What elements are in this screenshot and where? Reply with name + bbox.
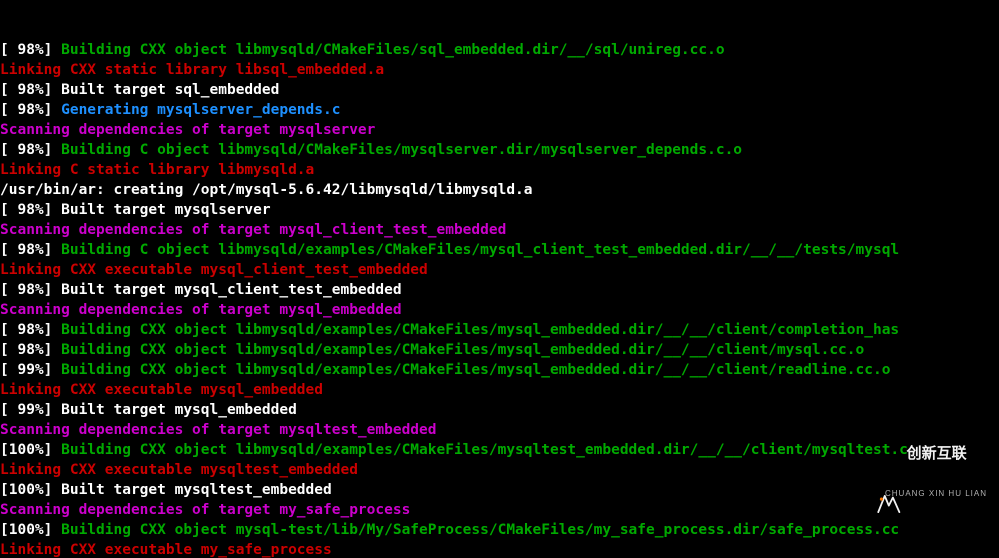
terminal-text: Scanning dependencies of target my_safe_…	[0, 502, 410, 518]
terminal-text: Building CXX object mysql-test/lib/My/Sa…	[61, 522, 899, 538]
terminal-text: [ 98%]	[0, 322, 61, 338]
terminal-line: Linking CXX executable my_safe_process	[0, 540, 999, 558]
terminal-text: Building CXX object libmysqld/examples/C…	[61, 342, 864, 358]
watermark-title: 创新互联	[907, 445, 967, 462]
terminal-text: [ 99%]	[0, 362, 61, 378]
terminal-line: [ 98%] Building C object libmysqld/CMake…	[0, 140, 999, 160]
terminal-text: [ 98%] Built target mysql_client_test_em…	[0, 282, 402, 298]
terminal-line: Scanning dependencies of target mysql_cl…	[0, 220, 999, 240]
terminal-line: Linking CXX executable mysqltest_embedde…	[0, 460, 999, 480]
terminal-text: [100%] Built target mysqltest_embedded	[0, 482, 332, 498]
terminal-output: [ 98%] Building CXX object libmysqld/CMa…	[0, 40, 999, 558]
terminal-line: [ 99%] Built target mysql_embedded	[0, 400, 999, 420]
terminal-line: Linking C static library libmysqld.a	[0, 160, 999, 180]
terminal-line: [ 98%] Generating mysqlserver_depends.c	[0, 100, 999, 120]
terminal-text: Linking CXX executable mysql_client_test…	[0, 262, 428, 278]
watermark: 创新互联 CHUANG XIN HU LIAN	[853, 424, 987, 544]
terminal-line: [ 99%] Building CXX object libmysqld/exa…	[0, 360, 999, 380]
terminal-text: [ 98%]	[0, 342, 61, 358]
terminal-line: [ 98%] Building CXX object libmysqld/CMa…	[0, 40, 999, 60]
terminal-line: Scanning dependencies of target mysqltes…	[0, 420, 999, 440]
terminal-text: [ 98%]	[0, 142, 61, 158]
terminal-line: [ 98%] Built target mysqlserver	[0, 200, 999, 220]
terminal-line: Scanning dependencies of target my_safe_…	[0, 500, 999, 520]
terminal-text: Linking CXX executable mysql_embedded	[0, 382, 323, 398]
terminal-text: Linking C static library libmysqld.a	[0, 162, 314, 178]
terminal-line: [ 98%] Building C object libmysqld/examp…	[0, 240, 999, 260]
terminal-text: Building C object libmysqld/examples/CMa…	[61, 242, 899, 258]
terminal-line: [ 98%] Built target mysql_client_test_em…	[0, 280, 999, 300]
terminal-text: Scanning dependencies of target mysql_cl…	[0, 222, 506, 238]
terminal-text: [ 98%] Built target sql_embedded	[0, 82, 279, 98]
terminal-line: Linking CXX executable mysql_embedded	[0, 380, 999, 400]
terminal-text: [ 98%]	[0, 102, 61, 118]
terminal-line: Scanning dependencies of target mysqlser…	[0, 120, 999, 140]
terminal-text: Linking CXX static library libsql_embedd…	[0, 62, 384, 78]
terminal-text: Generating mysqlserver_depends.c	[61, 102, 340, 118]
terminal-text: [ 99%] Built target mysql_embedded	[0, 402, 297, 418]
terminal-line: [100%] Built target mysqltest_embedded	[0, 480, 999, 500]
terminal-line: Linking CXX executable mysql_client_test…	[0, 260, 999, 280]
terminal-text: Scanning dependencies of target mysql_em…	[0, 302, 402, 318]
terminal-text: Building CXX object libmysqld/CMakeFiles…	[61, 42, 724, 58]
terminal-text: Scanning dependencies of target mysqlser…	[0, 122, 375, 138]
terminal-text: Linking CXX executable my_safe_process	[0, 542, 332, 558]
terminal-text: Linking CXX executable mysqltest_embedde…	[0, 462, 358, 478]
terminal-text: [100%]	[0, 442, 61, 458]
terminal-line: [ 98%] Built target sql_embedded	[0, 80, 999, 100]
terminal-text: [100%]	[0, 522, 61, 538]
terminal[interactable]: [ 98%] Building CXX object libmysqld/CMa…	[0, 0, 999, 558]
terminal-text: Building CXX object libmysqld/examples/C…	[61, 442, 908, 458]
terminal-line: /usr/bin/ar: creating /opt/mysql-5.6.42/…	[0, 180, 999, 200]
terminal-text: Building C object libmysqld/CMakeFiles/m…	[61, 142, 742, 158]
terminal-text: [ 98%]	[0, 242, 61, 258]
terminal-text: [ 98%]	[0, 42, 61, 58]
terminal-text: Building CXX object libmysqld/examples/C…	[61, 362, 890, 378]
watermark-logo-icon	[853, 471, 879, 497]
terminal-text: Building CXX object libmysqld/examples/C…	[61, 322, 899, 338]
terminal-text: [ 98%] Built target mysqlserver	[0, 202, 271, 218]
terminal-line: [ 98%] Building CXX object libmysqld/exa…	[0, 320, 999, 340]
terminal-text: Scanning dependencies of target mysqltes…	[0, 422, 437, 438]
terminal-line: [ 98%] Building CXX object libmysqld/exa…	[0, 340, 999, 360]
terminal-line: [100%] Building CXX object libmysqld/exa…	[0, 440, 999, 460]
terminal-line: [100%] Building CXX object mysql-test/li…	[0, 520, 999, 540]
terminal-text: /usr/bin/ar: creating /opt/mysql-5.6.42/…	[0, 182, 533, 198]
terminal-line: Scanning dependencies of target mysql_em…	[0, 300, 999, 320]
terminal-line: Linking CXX static library libsql_embedd…	[0, 60, 999, 80]
